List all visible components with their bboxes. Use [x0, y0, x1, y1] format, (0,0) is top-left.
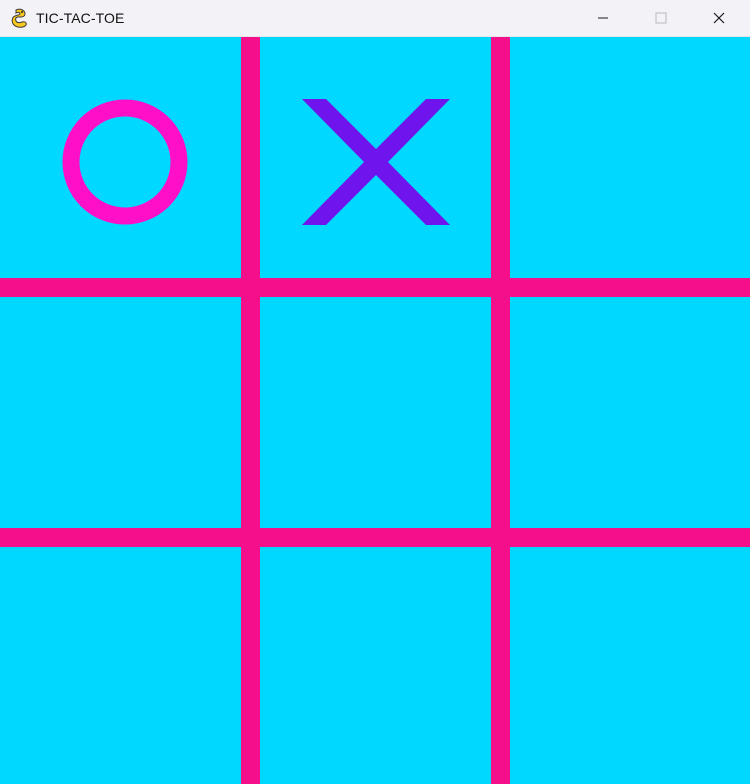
close-button[interactable]: [696, 0, 742, 36]
minimize-button[interactable]: [580, 0, 626, 36]
board-cell-r3-c1[interactable]: [0, 547, 241, 784]
grid-line-vertical-1: [241, 37, 260, 784]
maximize-button[interactable]: [638, 0, 684, 36]
board-cell-r2-c3[interactable]: [510, 297, 750, 528]
grid-line-horizontal-2: [0, 528, 750, 547]
minimize-icon: [597, 12, 609, 24]
window-title: TIC-TAC-TOE: [36, 10, 125, 26]
title-bar[interactable]: TIC-TAC-TOE: [0, 0, 750, 37]
board-cell-r3-c2[interactable]: [260, 547, 491, 784]
game-window: TIC-TAC-TOE: [0, 0, 750, 784]
close-icon: [713, 12, 725, 24]
pygame-snake-icon: [10, 8, 30, 28]
grid-line-horizontal-1: [0, 278, 750, 297]
grid-line-vertical-2: [491, 37, 510, 784]
board-cell-r1-c1[interactable]: [0, 37, 241, 278]
board-cell-r3-c3[interactable]: [510, 547, 750, 784]
o-mark: [62, 99, 188, 225]
board-cell-r1-c3[interactable]: [510, 37, 750, 278]
board-cell-r2-c2[interactable]: [260, 297, 491, 528]
x-mark: [302, 99, 450, 225]
maximize-icon: [655, 12, 667, 24]
tic-tac-toe-board: [0, 37, 750, 784]
board-cell-r1-c2[interactable]: [260, 37, 491, 278]
board-cell-r2-c1[interactable]: [0, 297, 241, 528]
